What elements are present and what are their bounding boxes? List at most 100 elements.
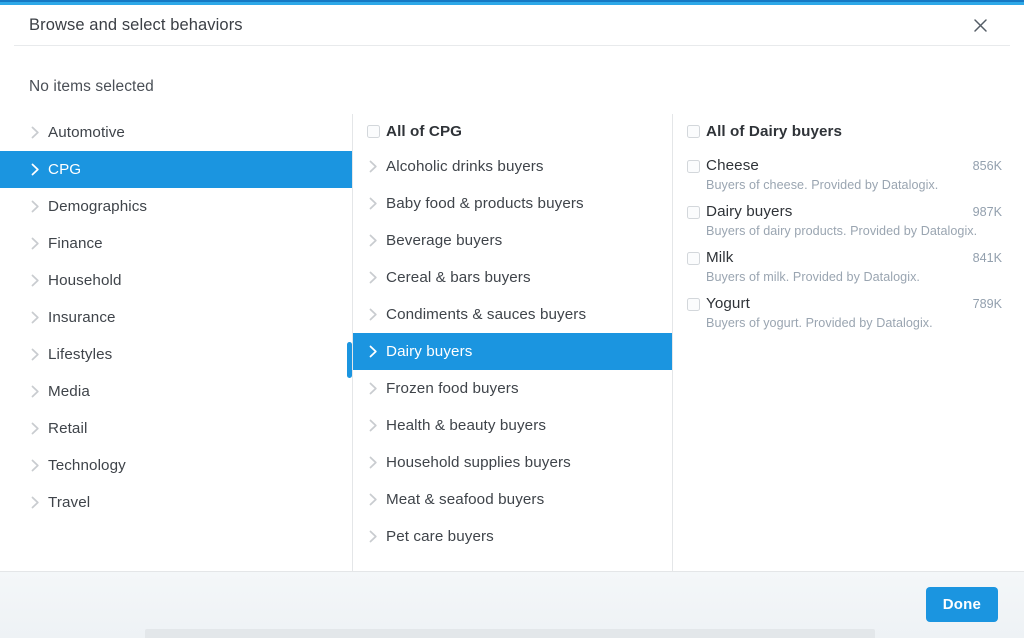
category-row-retail[interactable]: Retail [0,410,352,447]
category-label: Lifestyles [48,346,113,363]
subcategory-row-pet-care-buyers[interactable]: Pet care buyers [353,518,672,555]
behavior-row-cheese[interactable]: Cheese 856K Buyers of cheese. Provided b… [673,148,1024,194]
subcategory-row-frozen-food-buyers[interactable]: Frozen food buyers [353,370,672,407]
behavior-body: Dairy buyers 987K Buyers of dairy produc… [706,203,1024,238]
behaviors-column: All of Dairy buyers Cheese 856K Buyers o… [672,114,1024,571]
chevron-right-icon [360,160,386,173]
subcategory-label: Condiments & sauces buyers [386,306,587,323]
category-row-demographics[interactable]: Demographics [0,188,352,225]
behavior-row-milk[interactable]: Milk 841K Buyers of milk. Provided by Da… [673,240,1024,286]
behavior-header: Dairy buyers 987K [706,203,1002,220]
subcategories-list: Alcoholic drinks buyers Baby food & prod… [353,148,672,555]
behavior-header: Milk 841K [706,249,1002,266]
subcategory-label: Alcoholic drinks buyers [386,158,544,175]
subcategory-label: Beverage buyers [386,232,503,249]
chevron-right-icon [360,197,386,210]
chevron-right-icon [22,163,48,176]
behavior-body: Milk 841K Buyers of milk. Provided by Da… [706,249,1024,284]
checkbox-milk[interactable] [680,249,706,284]
chevron-right-icon [360,419,386,432]
subcategory-label: Dairy buyers [386,343,473,360]
chevron-right-icon [360,308,386,321]
chevron-right-icon [22,422,48,435]
chevron-right-icon [360,382,386,395]
category-row-media[interactable]: Media [0,373,352,410]
select-all-behaviors-row[interactable]: All of Dairy buyers [673,114,1024,148]
page-title: Browse and select behaviors [29,15,243,34]
subcategory-row-alcoholic-drinks-buyers[interactable]: Alcoholic drinks buyers [353,148,672,185]
category-row-technology[interactable]: Technology [0,447,352,484]
behavior-body: Yogurt 789K Buyers of yogurt. Provided b… [706,295,1024,330]
subcategory-row-meat-seafood-buyers[interactable]: Meat & seafood buyers [353,481,672,518]
behavior-audience-size: 841K [972,251,1002,265]
behavior-name: Milk [706,249,734,266]
behavior-description: Buyers of milk. Provided by Datalogix. [706,270,920,284]
chevron-right-icon [360,530,386,543]
subcategory-row-household-supplies-buyers[interactable]: Household supplies buyers [353,444,672,481]
behavior-description: Buyers of dairy products. Provided by Da… [706,224,978,238]
checkbox-all-of-dairy-buyers[interactable] [680,124,706,138]
select-all-label: All of Dairy buyers [706,122,843,140]
behavior-header: Yogurt 789K [706,295,1002,312]
behavior-header: Cheese 856K [706,157,1002,174]
behavior-audience-size: 987K [972,205,1002,219]
dialog-header: Browse and select behaviors [0,5,1024,45]
close-icon[interactable] [965,10,995,40]
checkbox-cheese[interactable] [680,157,706,192]
chevron-right-icon [22,348,48,361]
background-panel-edge [145,629,875,638]
behavior-row-yogurt[interactable]: Yogurt 789K Buyers of yogurt. Provided b… [673,286,1024,332]
subcategory-label: Pet care buyers [386,528,494,545]
behavior-row-dairy-buyers[interactable]: Dairy buyers 987K Buyers of dairy produc… [673,194,1024,240]
subcategory-label: Health & beauty buyers [386,417,547,434]
subcategory-row-baby-food-products-buyers[interactable]: Baby food & products buyers [353,185,672,222]
subcategory-row-condiments-sauces-buyers[interactable]: Condiments & sauces buyers [353,296,672,333]
chevron-right-icon [22,274,48,287]
chevron-right-icon [360,271,386,284]
checkbox-all-of-cpg[interactable] [360,124,386,138]
behavior-name: Cheese [706,157,759,174]
subcategory-label: Cereal & bars buyers [386,269,531,286]
category-label: Retail [48,420,88,437]
category-row-finance[interactable]: Finance [0,225,352,262]
category-row-insurance[interactable]: Insurance [0,299,352,336]
chevron-right-icon [22,237,48,250]
category-row-household[interactable]: Household [0,262,352,299]
category-label: Technology [48,457,126,474]
behavior-name: Yogurt [706,295,750,312]
category-label: Finance [48,235,103,252]
chevron-right-icon [360,345,386,358]
select-all-subcategories-row[interactable]: All of CPG [353,114,672,148]
category-label: Demographics [48,198,148,215]
category-label: CPG [48,161,82,178]
subcategory-label: Meat & seafood buyers [386,491,545,508]
chevron-right-icon [22,126,48,139]
behavior-audience-size: 856K [972,159,1002,173]
chevron-right-icon [360,234,386,247]
category-row-cpg[interactable]: CPG [0,151,352,188]
category-row-automotive[interactable]: Automotive [0,114,352,151]
subcategory-row-cereal-bars-buyers[interactable]: Cereal & bars buyers [353,259,672,296]
checkbox-yogurt[interactable] [680,295,706,330]
chevron-right-icon [22,459,48,472]
subcategories-column: All of CPG Alcoholic drinks buyers Baby … [352,114,672,571]
category-label: Automotive [48,124,125,141]
chevron-right-icon [22,200,48,213]
selection-summary: No items selected [29,78,154,95]
behavior-body: Cheese 856K Buyers of cheese. Provided b… [706,157,1024,192]
chevron-right-icon [360,456,386,469]
subcategory-label: Household supplies buyers [386,454,571,471]
category-row-travel[interactable]: Travel [0,484,352,521]
category-label: Media [48,383,90,400]
subcategory-row-beverage-buyers[interactable]: Beverage buyers [353,222,672,259]
chevron-right-icon [22,385,48,398]
checkbox-dairy-buyers[interactable] [680,203,706,238]
behavior-description: Buyers of cheese. Provided by Datalogix. [706,178,939,192]
subcategory-row-dairy-buyers[interactable]: Dairy buyers [353,333,672,370]
done-button[interactable]: Done [925,587,998,622]
subcategory-label: Frozen food buyers [386,380,519,397]
select-all-label: All of CPG [386,122,463,140]
subcategory-row-health-beauty-buyers[interactable]: Health & beauty buyers [353,407,672,444]
category-row-lifestyles[interactable]: Lifestyles [0,336,352,373]
behavior-audience-size: 789K [972,297,1002,311]
